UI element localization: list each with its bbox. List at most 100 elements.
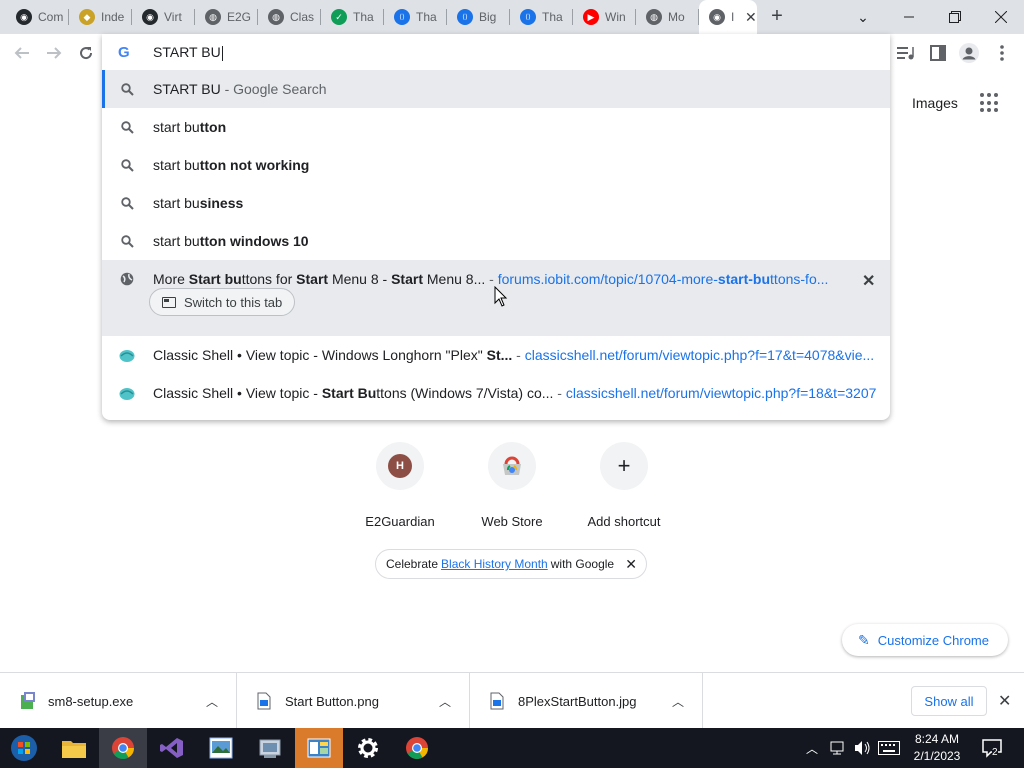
classic-shell-icon [307,738,331,758]
taskbar-chrome[interactable] [99,728,147,768]
show-hidden-icons[interactable]: ︿ [806,728,818,768]
back-button[interactable] [9,40,35,66]
search-suggestion[interactable]: start button windows 10 [102,222,890,260]
chevron-up-icon[interactable]: ︿ [439,693,451,710]
browser-tab[interactable]: ⟨⟩ Tha [384,0,447,34]
shortcut-web-store[interactable]: Web Store [456,442,568,529]
taskbar-settings[interactable] [344,728,392,768]
taskbar-control-panel[interactable] [246,728,294,768]
taskbar-chrome-2[interactable] [393,728,441,768]
download-item[interactable]: 8PlexStartButton.jpg ︿ [470,673,703,729]
browser-tab[interactable]: ◉ Com [6,0,69,34]
browser-tab[interactable]: ◉ I ✕ [699,0,757,34]
search-suggestion[interactable]: start button [102,108,890,146]
close-download-shelf-icon[interactable]: ✕ [998,691,1011,711]
shortcut-e2guardian[interactable]: H E2Guardian [344,442,456,529]
show-all-downloads-button[interactable]: Show all [911,686,987,716]
search-suggestion[interactable]: start button not working [102,146,890,184]
action-center-icon[interactable]: 2 [982,728,1006,768]
customize-chrome-button[interactable]: ✎ Customize Chrome [842,624,1008,656]
shortcut-label: E2Guardian [365,514,435,529]
plus-icon: + [617,453,631,478]
chevron-up-icon[interactable]: ︿ [206,693,218,710]
history-suggestion[interactable]: Classic Shell • View topic - Start Butto… [102,374,890,412]
tab-title: Com [38,10,64,24]
clock-date: 2/1/2023 [913,749,961,763]
switch-to-tab-button[interactable]: Switch to this tab [149,288,296,316]
taskbar-clock[interactable]: 8:24 AM 2/1/2023 [906,731,968,765]
text-fragment: classicshell.net/forum/viewtopic.php?f=1… [524,347,875,363]
reload-button[interactable] [73,40,99,66]
promo-link[interactable]: Black History Month [441,557,548,571]
text-fragment: forums.iobit.com/topic/10704-more- [497,271,718,287]
shortcut-letter-icon: H [388,454,412,478]
switch-to-tab-label: Switch to this tab [184,294,283,310]
text-fragment: - [485,271,498,287]
pencil-icon: ✎ [858,631,870,648]
images-link[interactable]: Images [912,95,958,111]
search-icon [119,195,135,211]
close-window-button[interactable] [978,0,1024,34]
clock-time: 8:24 AM [914,732,960,746]
tab-title: Big [479,10,497,24]
download-filename: 8PlexStartButton.jpg [518,693,637,709]
text-fragment: START BU [153,81,221,97]
address-bar[interactable]: G START BU [102,34,890,70]
forward-button[interactable] [41,40,67,66]
windows-taskbar: ︿ 8:24 AM 2/1/2023 2 [0,728,1024,768]
search-suggestion[interactable]: START BU - Google Search [102,70,890,108]
side-panel-icon[interactable] [927,42,949,64]
text-fragment: Start [296,271,329,287]
remove-suggestion-icon[interactable]: ✕ [862,271,875,291]
text-fragment: tton windows 10 [199,233,309,249]
tab-title: Tha [353,10,374,24]
chrome-menu-icon[interactable] [991,42,1013,64]
taskbar-file-explorer[interactable] [50,728,98,768]
minimize-button[interactable] [886,0,932,34]
volume-icon[interactable] [854,728,872,768]
close-tab-icon[interactable]: ✕ [745,9,757,26]
text-fragment: Classic Shell • View topic - Windows Lon… [153,347,487,363]
taskbar-classic-shell[interactable] [295,728,343,768]
tab-title: Virt [164,10,182,24]
download-shelf: sm8-setup.exe ︿ Start Button.png ︿ 8Plex… [0,672,1024,729]
text-fragment: - [553,385,566,401]
reading-list-icon[interactable] [895,42,917,64]
address-input[interactable]: START BU [153,44,223,61]
shortcut-add[interactable]: + Add shortcut [568,442,680,529]
network-icon[interactable] [830,728,848,768]
browser-tab[interactable]: ◉ Virt [132,0,195,34]
text-fragment: tton not working [199,157,310,173]
download-item[interactable]: sm8-setup.exe ︿ [0,673,237,729]
search-suggestion[interactable]: start business [102,184,890,222]
browser-tab[interactable]: ⟨⟩ Tha [510,0,573,34]
start-button[interactable] [0,728,48,768]
browser-tab[interactable]: ✓ Tha [321,0,384,34]
suggestion-text: start button not working [153,157,309,173]
tab-title: Inde [101,10,125,24]
google-apps-icon[interactable] [980,93,1000,113]
browser-tab[interactable]: ◍ Mo [636,0,699,34]
browser-tab[interactable]: ⟨⟩ Big [447,0,510,34]
history-suggestion[interactable]: Classic Shell • View topic - Windows Lon… [102,336,890,374]
taskbar-visual-studio[interactable] [148,728,196,768]
download-item[interactable]: Start Button.png ︿ [237,673,470,729]
globe-icon: ◍ [205,9,221,25]
browser-tab[interactable]: ◍ E2G [195,0,258,34]
profile-avatar-icon[interactable] [958,42,980,64]
text-fragment: - [512,347,525,363]
text-fragment: start-bu [717,271,771,287]
browser-tab[interactable]: ▶ Win [573,0,636,34]
promo-close-icon[interactable]: ✕ [625,556,637,573]
browser-tab[interactable]: ◆ Inde [69,0,132,34]
chevron-up-icon[interactable]: ︿ [672,693,684,710]
restore-button[interactable] [932,0,978,34]
tab-search-icon[interactable]: ⌄ [840,0,886,34]
globe-icon: ◍ [268,9,284,25]
browser-tab[interactable]: ◍ Clas [258,0,321,34]
open-tab-title: More Start buttons for Start Menu 8 - St… [153,271,828,287]
taskbar-image-viewer[interactable] [197,728,245,768]
tab-title: Tha [416,10,437,24]
new-tab-button[interactable]: + [766,5,788,27]
keyboard-icon[interactable] [878,728,900,768]
